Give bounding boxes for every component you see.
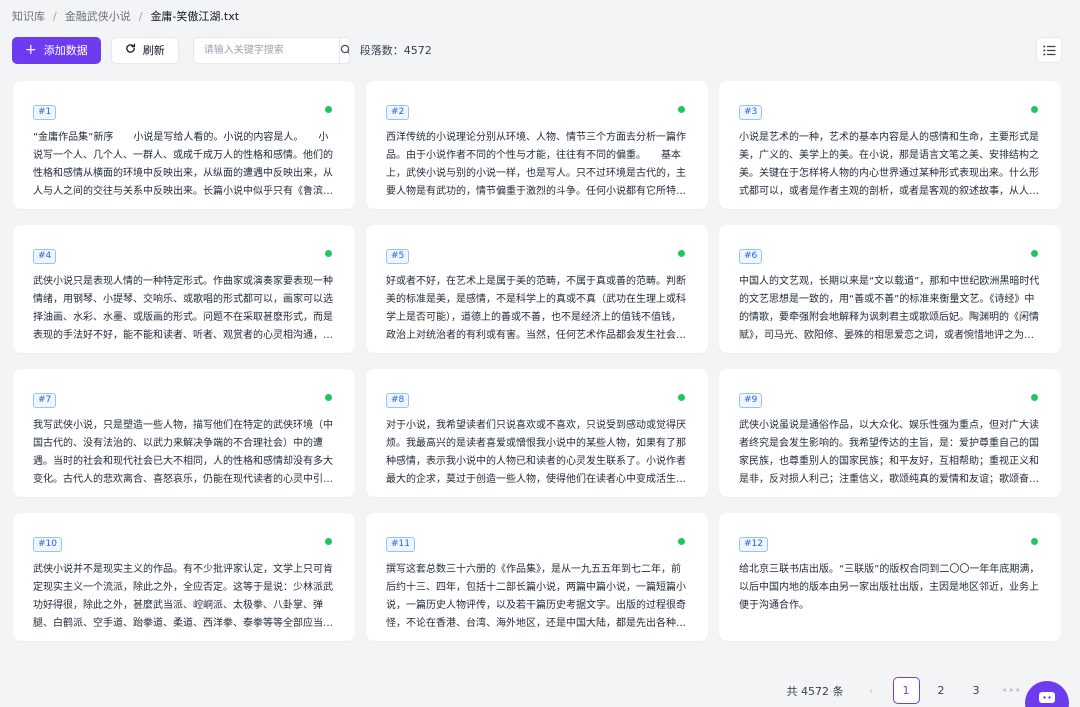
status-dot xyxy=(678,250,685,257)
paragraph-text: 武侠小说并不是现实主义的作品。有不少批评家认定，文学上只可肯定现实主义一个流派，… xyxy=(33,564,333,629)
paragraph-card[interactable]: #2 西洋传统的小说理论分别从环境、人物、情节三个方面去分析一篇作品。由于小说作… xyxy=(366,81,708,209)
page-button-current[interactable]: 1 xyxy=(892,677,920,704)
paragraph-text: 小说是艺术的一种，艺术的基本内容是人的感情和生命，主要形式是美，广义的、美学上的… xyxy=(739,132,1039,197)
paragraph-card[interactable]: #11 撰写这套总数三十六册的《作品集》，是从一九五五年到七二年，前后约十三、四… xyxy=(366,513,708,641)
paragraph-index-badge: #3 xyxy=(739,105,763,120)
pagination-total: 共 4572 条 xyxy=(786,684,844,698)
search-icon xyxy=(340,41,349,60)
paragraph-count-label: 段落数： xyxy=(359,44,404,57)
paragraph-text: 我写武侠小说，只是塑造一些人物，描写他们在特定的武侠环境（中国古代的、没有法治的… xyxy=(33,420,333,485)
breadcrumb-item-collection[interactable]: 金融武侠小说 xyxy=(65,8,131,24)
status-dot xyxy=(325,250,332,257)
chat-bubble-icon xyxy=(1038,690,1056,707)
paragraph-count-value: 4572 xyxy=(403,44,432,57)
status-dot xyxy=(325,394,332,401)
search-button[interactable] xyxy=(338,37,349,63)
page-button[interactable]: 2 xyxy=(928,677,955,704)
pagination: 共 4572 条 ‹ 1 2 3 ••• 381 xyxy=(787,677,1062,704)
status-dot xyxy=(678,106,685,113)
paragraph-text: 中国人的文艺观，长期以来是“文以载道”，那和中世纪欧洲黑暗时代的文艺思想是一致的… xyxy=(739,276,1040,341)
list-icon xyxy=(1042,41,1056,60)
breadcrumb-item-current-file: 金庸-笑傲江湖.txt xyxy=(150,10,240,23)
status-dot xyxy=(1031,250,1038,257)
paragraph-card[interactable]: #9 武侠小说虽说是通俗作品，以大众化、娱乐性强为重点，但对广大读者终究是会发生… xyxy=(719,369,1061,497)
breadcrumb-item-knowledge-base[interactable]: 知识库 xyxy=(12,8,45,24)
paragraph-index-badge: #2 xyxy=(386,105,410,120)
paragraph-text: 好或者不好，在艺术上是属于美的范畴，不属于真或善的范畴。判断美的标准是美，是感情… xyxy=(386,276,686,341)
breadcrumb-separator: / xyxy=(138,9,143,23)
add-data-label: 添加数据 xyxy=(43,44,88,57)
paragraph-card[interactable]: #4 武侠小说只是表现人情的一种特定形式。作曲家或演奏家要表现一种情绪，用钢琴、… xyxy=(13,225,355,353)
status-dot xyxy=(678,538,685,545)
refresh-icon xyxy=(125,43,136,57)
search-box xyxy=(192,36,350,64)
paragraph-text: 西洋传统的小说理论分别从环境、人物、情节三个方面去分析一篇作品。由于小说作者不同… xyxy=(386,132,686,197)
paragraph-card[interactable]: #8 对于小说，我希望读者们只说喜欢或不喜欢，只说受到感动或觉得厌烦。我最高兴的… xyxy=(366,369,708,497)
paragraph-index-badge: #7 xyxy=(33,393,57,408)
paragraph-index-badge: #6 xyxy=(739,249,763,264)
refresh-label: 刷新 xyxy=(142,44,165,57)
paragraph-index-badge: #12 xyxy=(739,537,768,552)
paragraph-index-badge: #10 xyxy=(33,537,62,552)
refresh-button[interactable]: 刷新 xyxy=(110,36,179,64)
breadcrumb: 知识库 / 金融武侠小说 / 金庸-笑傲江湖.txt xyxy=(12,8,239,24)
paragraph-card[interactable]: #5 好或者不好，在艺术上是属于美的范畴，不属于真或善的范畴。判断美的标准是美，… xyxy=(366,225,708,353)
paragraph-text: 武侠小说只是表现人情的一种特定形式。作曲家或演奏家要表现一种情绪，用钢琴、小提琴… xyxy=(33,276,333,341)
more-pages-ellipsis[interactable]: ••• xyxy=(998,677,1025,704)
toolbar: + 添加数据 刷新 段落数：4572 xyxy=(12,36,1062,64)
paragraph-index-badge: #11 xyxy=(386,537,415,552)
search-input[interactable] xyxy=(193,37,339,63)
breadcrumb-separator: / xyxy=(53,9,57,23)
plus-icon: + xyxy=(25,42,37,58)
prev-page-button[interactable]: ‹ xyxy=(858,677,885,704)
paragraph-index-badge: #4 xyxy=(33,249,57,264)
paragraph-index-badge: #9 xyxy=(739,393,763,408)
paragraph-card[interactable]: #3 小说是艺术的一种，艺术的基本内容是人的感情和生命，主要形式是美，广义的、美… xyxy=(719,81,1061,209)
paragraph-index-badge: #5 xyxy=(386,249,410,264)
status-dot xyxy=(325,538,332,545)
paragraph-card[interactable]: #12 给北京三联书店出版。“三联版”的版权合同到二〇〇一年年底期满，以后中国内… xyxy=(719,513,1061,641)
paragraph-text: 撰写这套总数三十六册的《作品集》，是从一九五五年到七二年，前后约十三、四年，包括… xyxy=(386,564,686,629)
paragraph-text: “金庸作品集”新序 小说是写给人看的。小说的内容是人。 小说写一个人、几个人、一… xyxy=(33,132,333,197)
status-dot xyxy=(1031,538,1038,545)
paragraph-text: 给北京三联书店出版。“三联版”的版权合同到二〇〇一年年底期满，以后中国内地的版本… xyxy=(739,564,1040,611)
paragraph-index-badge: #1 xyxy=(33,105,57,120)
paragraph-text: 对于小说，我希望读者们只说喜欢或不喜欢，只说受到感动或觉得厌烦。我最高兴的是读者… xyxy=(386,420,686,485)
paragraph-count: 段落数：4572 xyxy=(360,42,432,58)
paragraph-card[interactable]: #1 “金庸作品集”新序 小说是写给人看的。小说的内容是人。 小说写一个人、几个… xyxy=(13,81,355,209)
paragraph-card[interactable]: #6 中国人的文艺观，长期以来是“文以载道”，那和中世纪欧洲黑暗时代的文艺思想是… xyxy=(719,225,1061,353)
add-data-button[interactable]: + 添加数据 xyxy=(12,36,101,64)
paragraph-text: 武侠小说虽说是通俗作品，以大众化、娱乐性强为重点，但对广大读者终究是会发生影响的… xyxy=(739,420,1039,485)
status-dot xyxy=(1031,106,1038,113)
list-view-button[interactable] xyxy=(1036,37,1062,63)
page-button[interactable]: 3 xyxy=(963,677,990,704)
paragraph-grid: #1 “金庸作品集”新序 小说是写给人看的。小说的内容是人。 小说写一个人、几个… xyxy=(13,81,1061,641)
paragraph-card[interactable]: #10 武侠小说并不是现实主义的作品。有不少批评家认定，文学上只可肯定现实主义一… xyxy=(13,513,355,641)
status-dot xyxy=(325,106,332,113)
paragraph-index-badge: #8 xyxy=(386,393,410,408)
paragraph-card[interactable]: #7 我写武侠小说，只是塑造一些人物，描写他们在特定的武侠环境（中国古代的、没有… xyxy=(13,369,355,497)
status-dot xyxy=(1031,394,1038,401)
status-dot xyxy=(678,394,685,401)
